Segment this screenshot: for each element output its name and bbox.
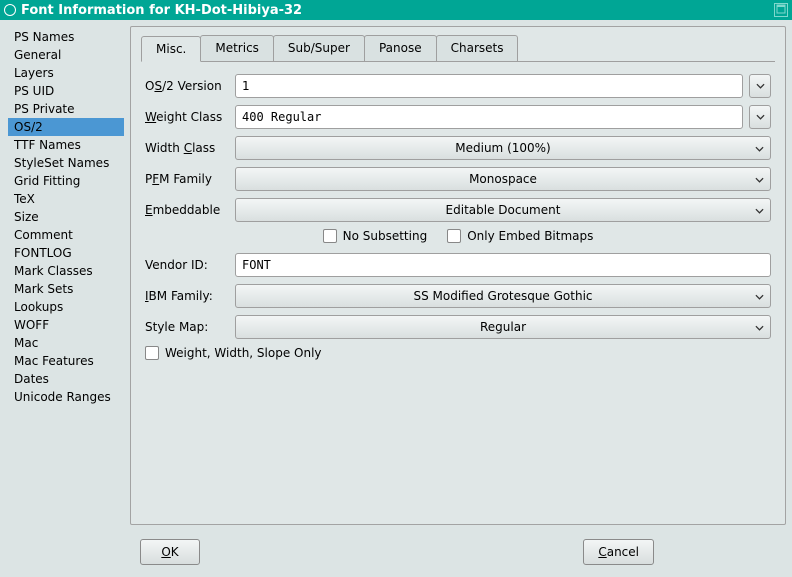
width-class-select[interactable]: Medium (100%) bbox=[235, 136, 771, 160]
chevron-down-icon bbox=[756, 114, 765, 120]
chevron-down-icon bbox=[755, 294, 764, 300]
ibm-family-select[interactable]: SS Modified Grotesque Gothic bbox=[235, 284, 771, 308]
titlebar: Font Information for KH-Dot-Hibiya-32 bbox=[0, 0, 792, 20]
ok-button[interactable]: OK bbox=[140, 539, 200, 565]
sidebar-item[interactable]: Unicode Ranges bbox=[8, 388, 124, 406]
checkbox-box bbox=[447, 229, 461, 243]
sidebar-item[interactable]: Size bbox=[8, 208, 124, 226]
embeddable-label: Embeddable bbox=[145, 203, 229, 217]
no-subsetting-checkbox[interactable]: No Subsetting bbox=[323, 229, 428, 243]
ibm-family-label: IBM Family: bbox=[145, 289, 229, 303]
body: PS NamesGeneralLayersPS UIDPS PrivateOS/… bbox=[0, 20, 792, 531]
ibm-family-value: SS Modified Grotesque Gothic bbox=[413, 289, 592, 303]
pfm-family-label: PFM Family bbox=[145, 172, 229, 186]
style-map-select[interactable]: Regular bbox=[235, 315, 771, 339]
only-embed-bitmaps-label: Only Embed Bitmaps bbox=[467, 229, 593, 243]
form-area: OS/2 Version Weight Class Width Class Me… bbox=[131, 62, 785, 524]
sidebar-item[interactable]: Mark Classes bbox=[8, 262, 124, 280]
sidebar-item[interactable]: Comment bbox=[8, 226, 124, 244]
sidebar-item[interactable]: Layers bbox=[8, 64, 124, 82]
sidebar-item[interactable]: Lookups bbox=[8, 298, 124, 316]
sidebar-item[interactable]: Grid Fitting bbox=[8, 172, 124, 190]
sidebar-item[interactable]: PS UID bbox=[8, 82, 124, 100]
chevron-down-icon bbox=[755, 208, 764, 214]
width-class-label: Width Class bbox=[145, 141, 229, 155]
window-title: Font Information for KH-Dot-Hibiya-32 bbox=[21, 3, 302, 18]
sidebar-item[interactable]: OS/2 bbox=[8, 118, 124, 136]
embeddable-value: Editable Document bbox=[446, 203, 561, 217]
weight-class-dropdown-button[interactable] bbox=[749, 105, 771, 129]
chevron-down-icon bbox=[755, 177, 764, 183]
chevron-down-icon bbox=[756, 83, 765, 89]
checkbox-box bbox=[145, 346, 159, 360]
tab[interactable]: Panose bbox=[364, 35, 437, 61]
sidebar-item[interactable]: PS Private bbox=[8, 100, 124, 118]
sidebar-item[interactable]: FONTLOG bbox=[8, 244, 124, 262]
app-icon bbox=[4, 4, 16, 16]
weight-class-label: Weight Class bbox=[145, 110, 229, 124]
tabbar: Misc.MetricsSub/SuperPanoseCharsets bbox=[131, 27, 785, 61]
tab[interactable]: Charsets bbox=[436, 35, 519, 61]
checkbox-box bbox=[323, 229, 337, 243]
os2-version-label: OS/2 Version bbox=[145, 79, 229, 93]
wws-label: Weight, Width, Slope Only bbox=[165, 346, 322, 360]
os2-version-input[interactable] bbox=[235, 74, 743, 98]
style-map-value: Regular bbox=[480, 320, 526, 334]
sidebar-item[interactable]: Mark Sets bbox=[8, 280, 124, 298]
sidebar-item[interactable]: WOFF bbox=[8, 316, 124, 334]
os2-version-dropdown-button[interactable] bbox=[749, 74, 771, 98]
sidebar-item[interactable]: StyleSet Names bbox=[8, 154, 124, 172]
vendor-id-label: Vendor ID: bbox=[145, 258, 229, 272]
embeddable-select[interactable]: Editable Document bbox=[235, 198, 771, 222]
cancel-button[interactable]: Cancel bbox=[583, 539, 654, 565]
sidebar-item[interactable]: TeX bbox=[8, 190, 124, 208]
tab[interactable]: Misc. bbox=[141, 36, 201, 62]
pfm-family-select[interactable]: Monospace bbox=[235, 167, 771, 191]
sidebar-item[interactable]: PS Names bbox=[8, 28, 124, 46]
width-class-value: Medium (100%) bbox=[455, 141, 550, 155]
pfm-family-value: Monospace bbox=[469, 172, 537, 186]
chevron-down-icon bbox=[755, 146, 764, 152]
tab[interactable]: Sub/Super bbox=[273, 35, 365, 61]
no-subsetting-label: No Subsetting bbox=[343, 229, 428, 243]
sidebar-item[interactable]: Mac bbox=[8, 334, 124, 352]
sidebar-item[interactable]: Mac Features bbox=[8, 352, 124, 370]
maximize-button[interactable] bbox=[774, 3, 788, 17]
sidebar-item[interactable]: Dates bbox=[8, 370, 124, 388]
wws-checkbox[interactable]: Weight, Width, Slope Only bbox=[145, 346, 322, 360]
vendor-id-input[interactable] bbox=[235, 253, 771, 277]
chevron-down-icon bbox=[755, 325, 764, 331]
only-embed-bitmaps-checkbox[interactable]: Only Embed Bitmaps bbox=[447, 229, 593, 243]
style-map-label: Style Map: bbox=[145, 320, 229, 334]
window: Font Information for KH-Dot-Hibiya-32 PS… bbox=[0, 0, 792, 577]
sidebar-item[interactable]: TTF Names bbox=[8, 136, 124, 154]
sidebar-item[interactable]: General bbox=[8, 46, 124, 64]
sidebar: PS NamesGeneralLayersPS UIDPS PrivateOS/… bbox=[6, 26, 126, 525]
weight-class-input[interactable] bbox=[235, 105, 743, 129]
tab[interactable]: Metrics bbox=[200, 35, 274, 61]
main-panel: Misc.MetricsSub/SuperPanoseCharsets OS/2… bbox=[130, 26, 786, 525]
footer: OK Cancel bbox=[0, 531, 792, 577]
